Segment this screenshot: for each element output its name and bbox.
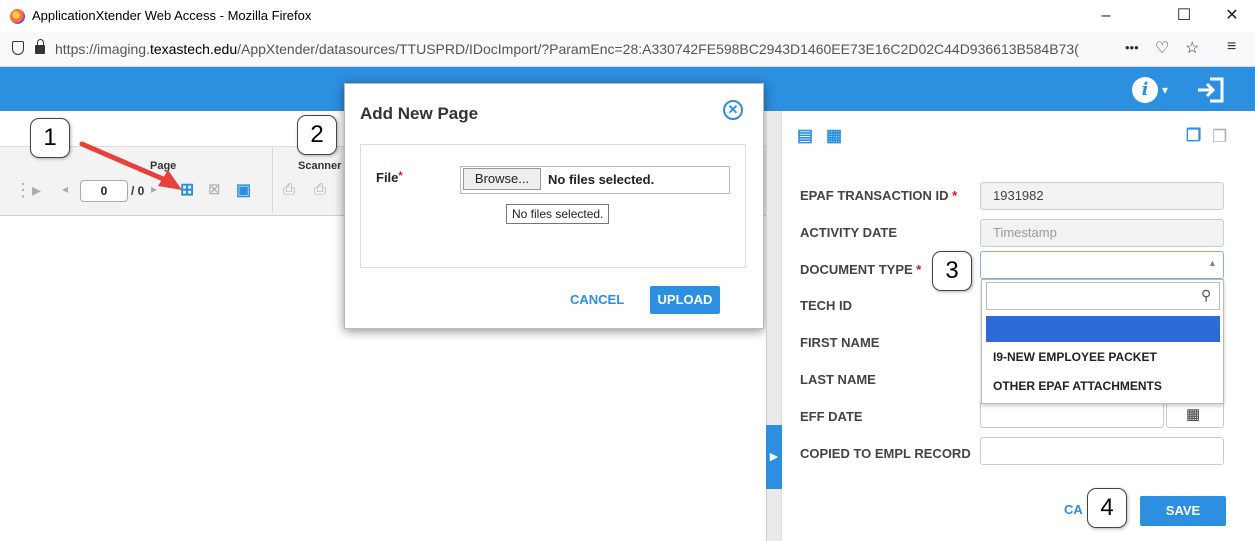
url-suffix: /AppXtender/datasources/TTUSPRD/IDocImpo…: [237, 41, 1079, 57]
upload-button[interactable]: UPLOAD: [650, 286, 720, 314]
page-info-icon[interactable]: ▣: [236, 180, 251, 200]
delete-page-icon[interactable]: ⊠: [208, 180, 221, 198]
close-window-button[interactable]: ✕: [1212, 4, 1252, 28]
window-title: ApplicationXtender Web Access - Mozilla …: [32, 8, 312, 23]
field-label-eff-date: EFF DATE: [800, 409, 863, 424]
firefox-logo-icon: [10, 9, 25, 24]
previous-page-icon[interactable]: ◂: [62, 182, 68, 196]
field-label-tech-id: TECH ID: [800, 298, 852, 313]
required-mark: *: [398, 170, 403, 182]
chevron-down-icon[interactable]: ▾: [1162, 83, 1168, 97]
info-icon[interactable]: i: [1132, 77, 1158, 103]
browse-button[interactable]: Browse...: [463, 168, 541, 190]
maximize-button[interactable]: ☐: [1164, 4, 1204, 28]
url-field[interactable]: https://imaging.texastech.edu/AppXtender…: [55, 41, 1115, 57]
more-actions-icon[interactable]: •••: [1125, 40, 1139, 55]
index-edit-icon[interactable]: ▦: [826, 126, 842, 146]
eff-date-field[interactable]: [980, 400, 1164, 428]
print-icon[interactable]: ⎙: [314, 181, 326, 198]
paste-icon[interactable]: ❐: [1212, 127, 1227, 147]
close-icon[interactable]: ✕: [723, 100, 743, 120]
callout-arrow: [79, 141, 182, 190]
scan-icon[interactable]: ⎙: [283, 181, 295, 198]
dialog-cancel-button[interactable]: CANCEL: [570, 292, 624, 307]
logout-icon[interactable]: [1196, 76, 1226, 104]
field-label-last-name: LAST NAME: [800, 372, 876, 387]
lock-icon[interactable]: [35, 39, 45, 54]
callout-1: 1: [30, 118, 70, 158]
search-icon: ⚲: [1201, 287, 1212, 303]
pocket-icon[interactable]: ♡: [1155, 38, 1169, 58]
document-type-select[interactable]: [980, 251, 1224, 279]
dropdown-option-other-epaf[interactable]: OTHER EPAF ATTACHMENTS: [993, 379, 1162, 393]
copied-to-empl-record-field[interactable]: [980, 437, 1224, 465]
copy-icon[interactable]: ❐: [1186, 126, 1201, 146]
dropdown-option-blank[interactable]: [986, 316, 1220, 342]
index-view-icon[interactable]: ▤: [797, 126, 813, 146]
save-button[interactable]: SAVE: [1140, 496, 1226, 526]
field-label-activity-date: ACTIVITY DATE: [800, 225, 898, 240]
file-tooltip: No files selected.: [506, 204, 610, 224]
callout-2: 2: [297, 115, 337, 155]
callout-3: 3: [932, 251, 972, 291]
scanner-group-label: Scanner: [298, 160, 342, 172]
dialog-title: Add New Page: [360, 104, 479, 123]
minimize-button[interactable]: –: [1086, 4, 1126, 28]
dropdown-search-input[interactable]: [986, 282, 1220, 310]
bookmark-star-icon[interactable]: ☆: [1185, 38, 1199, 58]
file-label-text: File: [376, 170, 399, 185]
field-label-copied-to-empl-record: COPIED TO EMPL RECORD: [800, 446, 971, 461]
field-label-epaf-transaction-id: EPAF TRANSACTION ID *: [800, 188, 958, 203]
file-status: No files selected.: [548, 172, 655, 187]
file-label: File*: [376, 170, 403, 185]
dropdown-option-i9[interactable]: I9-NEW EMPLOYEE PACKET: [993, 350, 1157, 364]
shield-icon[interactable]: [12, 41, 24, 55]
expand-panel-button[interactable]: ▶: [766, 425, 782, 489]
toolbar-divider: [272, 148, 273, 212]
form-cancel-button[interactable]: CA: [1064, 502, 1083, 517]
callout-4: 4: [1087, 488, 1127, 528]
epaf-transaction-id-field[interactable]: 1931982: [980, 182, 1224, 210]
chevron-up-icon: ▲: [1208, 258, 1217, 268]
activity-date-field[interactable]: Timestamp: [980, 219, 1224, 247]
hamburger-menu-icon[interactable]: ≡: [1227, 38, 1236, 56]
calendar-icon: ▦: [1186, 406, 1201, 423]
field-label-document-type: DOCUMENT TYPE *: [800, 262, 922, 277]
url-prefix: https://imaging.: [55, 41, 150, 57]
thumbnail-panel-icon[interactable]: ⋮▸: [14, 180, 41, 201]
url-domain: texastech.edu: [149, 41, 238, 57]
field-label-first-name: FIRST NAME: [800, 335, 880, 350]
